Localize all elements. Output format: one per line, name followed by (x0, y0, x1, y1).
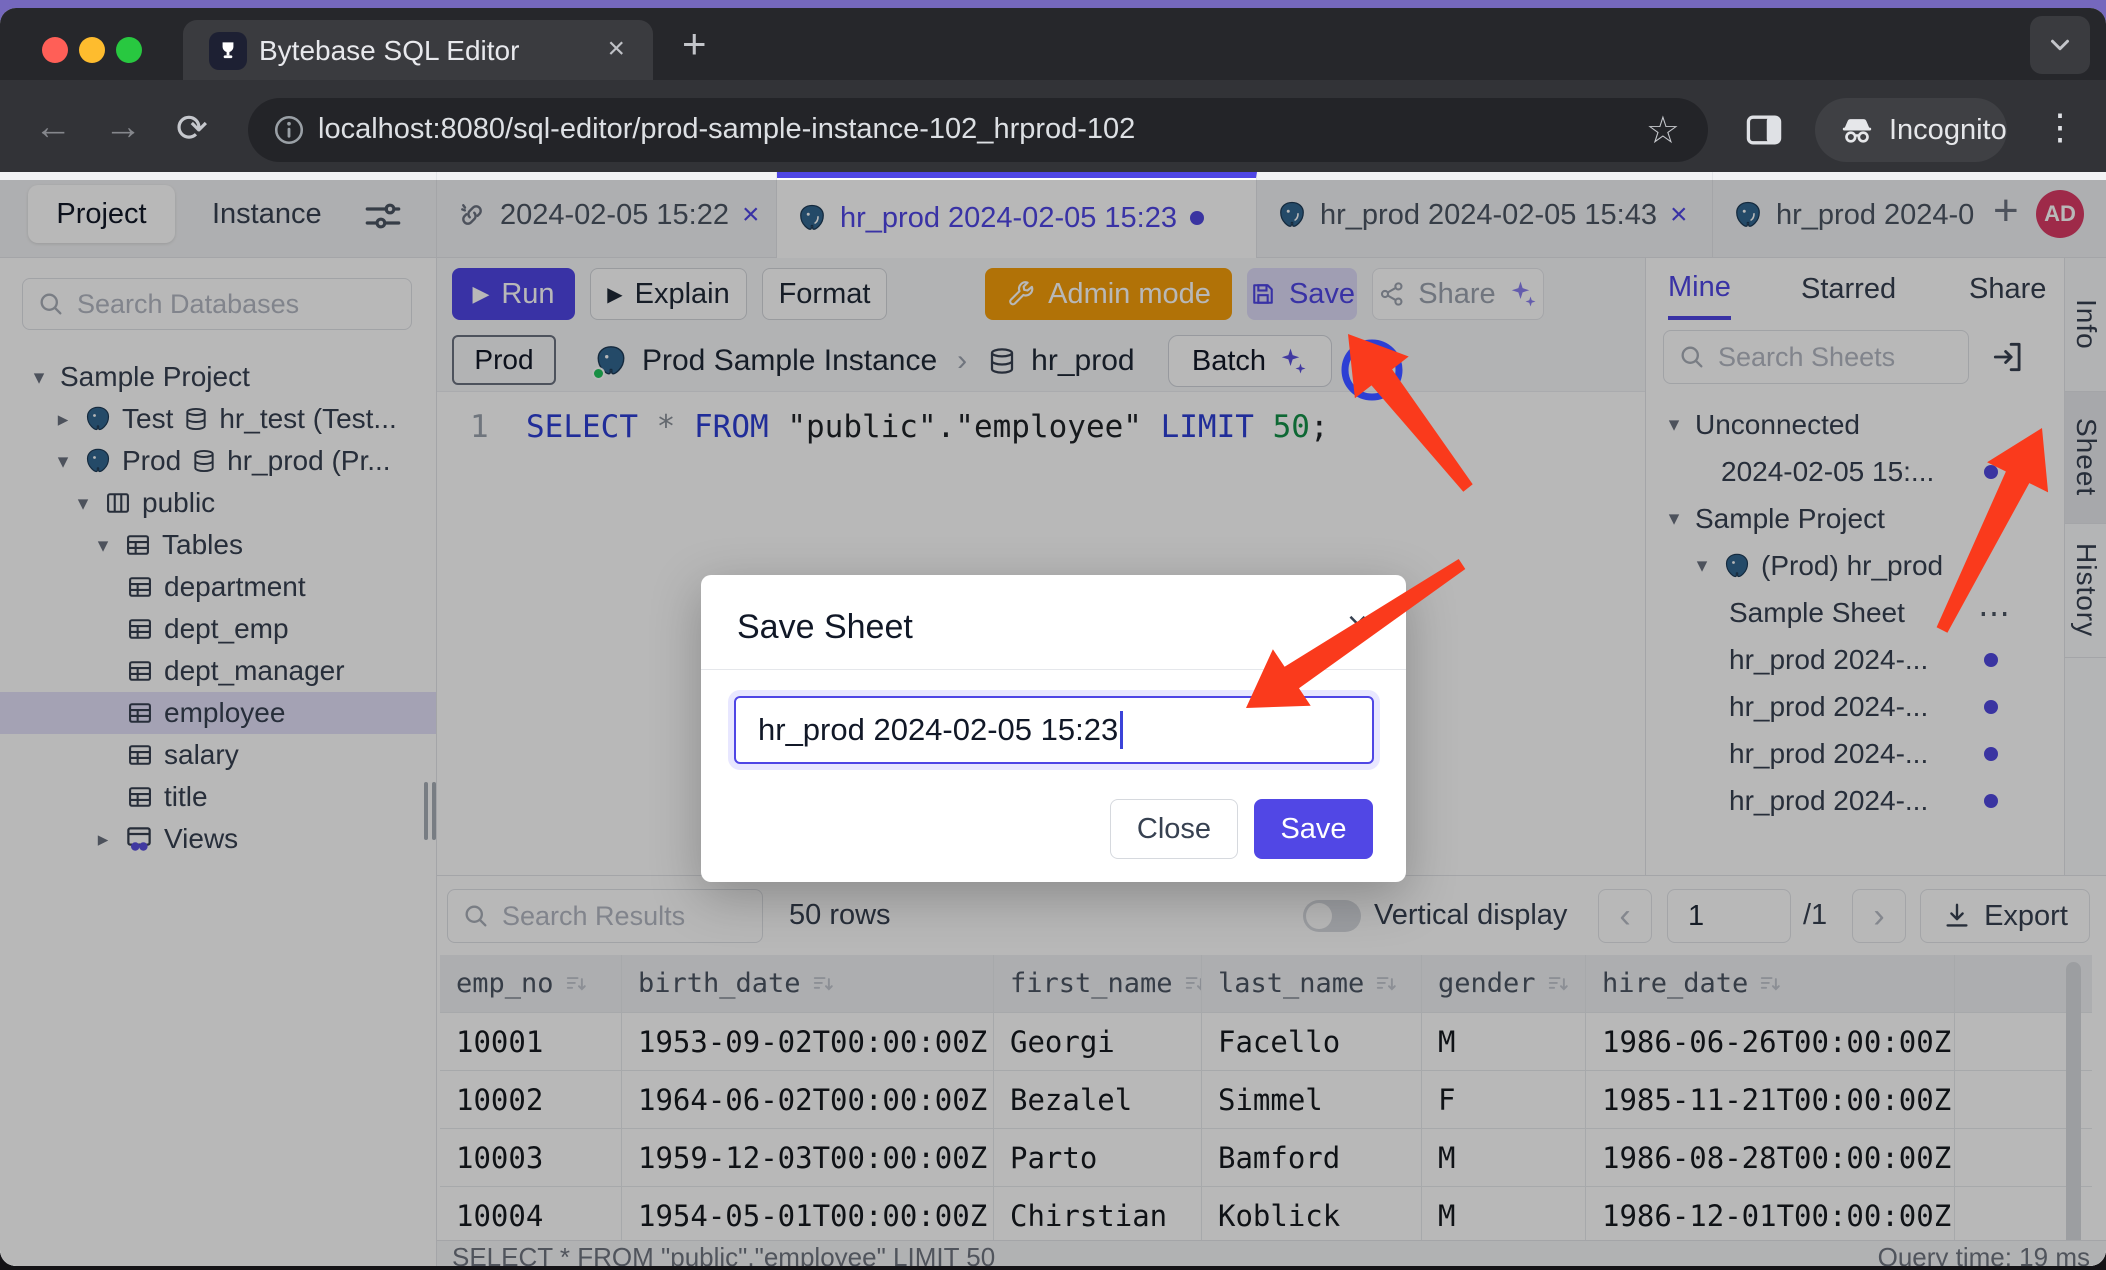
incognito-icon (1837, 110, 1877, 150)
new-tab-icon[interactable]: + (682, 20, 707, 68)
dialog-title: Save Sheet (737, 608, 913, 647)
bytebase-favicon (209, 32, 247, 70)
divider (701, 669, 1406, 670)
save-sheet-dialog: Save Sheet × hr_prod 2024-02-05 15:23 Cl… (701, 575, 1406, 882)
browser-tab-bar: Bytebase SQL Editor × + (0, 8, 2106, 80)
address-bar[interactable]: localhost:8080/sql-editor/prod-sample-in… (248, 98, 1708, 162)
forward-icon[interactable]: → (104, 106, 142, 149)
back-icon[interactable]: ← (34, 106, 72, 149)
browser-nav-bar: ← → ⟳ localhost:8080/sql-editor/prod-sam… (0, 80, 2106, 180)
text-cursor (1120, 711, 1123, 749)
sheet-name-value: hr_prod 2024-02-05 15:23 (758, 712, 1118, 748)
save-confirm-button[interactable]: Save (1254, 799, 1373, 859)
browser-tab[interactable]: Bytebase SQL Editor × (183, 20, 653, 80)
reload-icon[interactable]: ⟳ (176, 106, 208, 151)
incognito-label: Incognito (1889, 114, 2007, 147)
site-info-icon[interactable] (272, 113, 306, 147)
browser-menu-icon[interactable]: ⋮ (2042, 106, 2078, 148)
bookmark-star-icon[interactable]: ☆ (1646, 108, 1680, 153)
traffic-light-minimize[interactable] (79, 37, 105, 63)
side-panel-icon[interactable] (1742, 108, 1786, 152)
traffic-light-zoom[interactable] (116, 37, 142, 63)
sheet-name-input[interactable]: hr_prod 2024-02-05 15:23 (734, 696, 1374, 764)
dialog-close-icon[interactable]: × (1347, 603, 1368, 645)
browser-tab-title: Bytebase SQL Editor (259, 35, 519, 67)
tab-search-button[interactable] (2030, 16, 2090, 74)
browser-window: Bytebase SQL Editor × + ← → ⟳ localhost:… (0, 8, 2106, 1266)
browser-tab-close-icon[interactable]: × (607, 32, 625, 66)
traffic-light-close[interactable] (42, 37, 68, 63)
url-text: localhost:8080/sql-editor/prod-sample-in… (318, 113, 1135, 146)
incognito-badge: Incognito (1815, 98, 2007, 162)
close-button[interactable]: Close (1110, 799, 1238, 859)
